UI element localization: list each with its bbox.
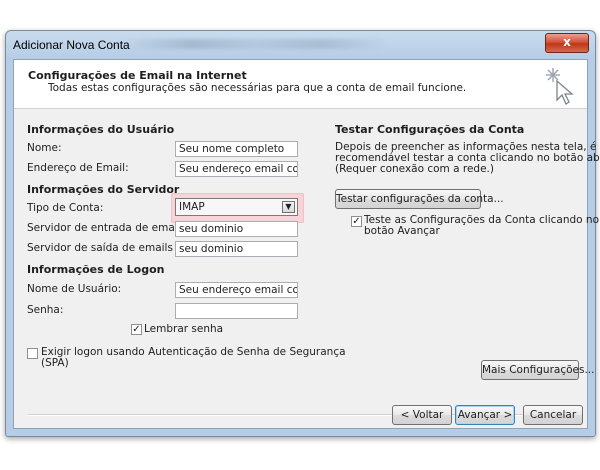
email-field[interactable]: Seu endereço email completo	[175, 161, 298, 177]
user-info-heading: Informações do Usuário	[27, 123, 175, 136]
auto-test-checkbox[interactable]: ✓	[351, 216, 362, 227]
test-desc-line3: (Requer conexão com a rede.)	[335, 163, 494, 175]
logon-info-heading: Informações de Logon	[27, 263, 165, 276]
setup-wizard-icon	[546, 68, 574, 105]
email-label: Endereço de Email:	[27, 162, 129, 174]
name-label: Nome:	[27, 142, 62, 154]
test-settings-heading: Testar Configurações da Conta	[335, 123, 525, 136]
dropdown-arrow-icon[interactable]: ▼	[282, 201, 295, 213]
spa-label-line1[interactable]: Exigir logon usando Autenticação de Senh…	[41, 346, 346, 358]
name-field[interactable]: Seu nome completo	[175, 141, 298, 157]
checkbox-icon: ✓	[132, 324, 141, 335]
cancel-button[interactable]: Cancelar	[523, 405, 583, 425]
next-button[interactable]: Avançar >	[455, 405, 515, 425]
dialog-window: Adicionar Nova Conta x Configurações de …	[5, 30, 600, 437]
dialog-client-area: Configurações de Email na Internet Todas…	[13, 59, 600, 429]
header-title: Configurações de Email na Internet	[28, 69, 247, 82]
auto-test-label-line2[interactable]: botão Avançar	[364, 225, 440, 237]
title-bar[interactable]: Adicionar Nova Conta x	[6, 31, 595, 59]
blurred-title-region	[126, 39, 386, 49]
more-settings-button[interactable]: Mais Configurações...	[481, 360, 594, 380]
incoming-server-field[interactable]: seu dominio	[175, 221, 298, 237]
back-button[interactable]: < Voltar	[392, 405, 452, 425]
close-button[interactable]: x	[545, 33, 589, 53]
spa-checkbox[interactable]	[27, 348, 38, 359]
spa-label-line2[interactable]: (SPA)	[41, 357, 69, 369]
window-title: Adicionar Nova Conta	[13, 38, 130, 52]
incoming-server-label: Servidor de entrada de emails:	[27, 222, 190, 234]
account-type-select[interactable]: IMAP ▼	[175, 198, 298, 216]
header-subtitle: Todas estas configurações são necessária…	[48, 82, 467, 94]
outgoing-server-field[interactable]: seu dominio	[175, 241, 298, 257]
remember-password-checkbox[interactable]: ✓	[131, 324, 142, 335]
account-type-label: Tipo de Conta:	[27, 202, 104, 214]
account-type-value: IMAP	[179, 201, 205, 213]
wizard-header: Configurações de Email na Internet Todas…	[14, 60, 587, 109]
checkbox-icon: ✓	[352, 216, 361, 227]
username-field[interactable]: Seu endereço email completo	[175, 282, 298, 298]
remember-password-label[interactable]: Lembrar senha	[144, 323, 223, 335]
username-label: Nome de Usuário:	[27, 283, 122, 295]
password-field[interactable]	[175, 303, 298, 319]
test-account-settings-button[interactable]: Testar configurações da conta...	[335, 189, 504, 209]
server-info-heading: Informações do Servidor	[27, 183, 180, 196]
password-label: Senha:	[27, 304, 64, 316]
close-icon: x	[563, 35, 571, 49]
